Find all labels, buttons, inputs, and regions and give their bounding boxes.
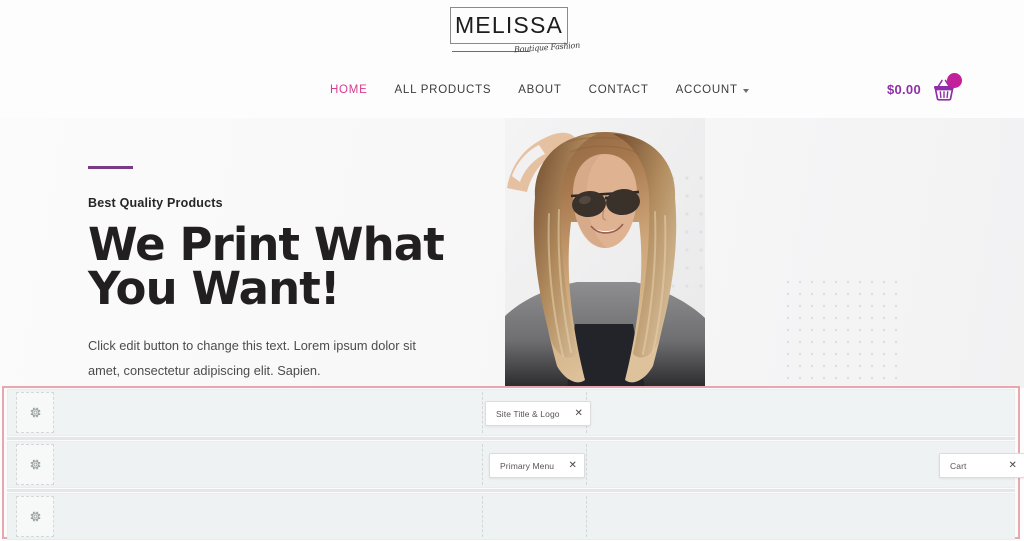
hero-section: Best Quality Products We Print What You … — [0, 118, 1024, 388]
header-row-3[interactable] — [7, 493, 1015, 540]
header-row-2[interactable]: Primary Menu ✕ Cart ✕ — [7, 441, 1024, 488]
nav-item-about-label: ABOUT — [518, 83, 562, 96]
hero-paragraph: Click edit button to change this text. L… — [88, 338, 416, 379]
gear-icon — [30, 511, 40, 522]
nav-item-home[interactable]: HOME — [330, 84, 368, 96]
gear-icon — [30, 459, 40, 470]
widget-chip-primary-menu-label: Primary Menu — [500, 460, 555, 471]
cart-widget[interactable]: $0.00 — [886, 61, 962, 118]
logo-bar: MELISSA Boutique Fashion — [0, 0, 1024, 62]
hero-accent-line — [88, 166, 133, 169]
header-row-1[interactable]: Site Title & Logo ✕ — [7, 389, 1015, 436]
row-gap-2 — [7, 489, 1015, 492]
nav-item-account-label: ACCOUNT — [675, 83, 738, 96]
chevron-down-icon — [742, 88, 749, 93]
nav-item-all-products-label: ALL PRODUCTS — [394, 83, 492, 96]
header-row-2-settings-button[interactable] — [16, 444, 54, 485]
hero-title: We Print What You Want! — [88, 218, 445, 315]
hero-copy: Best Quality Products We Print What You … — [88, 166, 488, 384]
widget-chip-cart[interactable]: Cart ✕ — [939, 453, 1024, 478]
nav-item-home-label: HOME — [330, 83, 368, 96]
close-icon[interactable]: ✕ — [575, 408, 583, 419]
gear-icon — [30, 407, 40, 418]
logo-wordmark: MELISSA — [454, 12, 564, 38]
header-row-1-column-divider-1 — [482, 392, 483, 433]
widget-chip-site-title-logo[interactable]: Site Title & Logo ✕ — [485, 401, 591, 426]
close-icon[interactable]: ✕ — [569, 460, 577, 471]
header-row-2-column-divider-1 — [482, 444, 483, 485]
header-row-1-settings-button[interactable] — [16, 392, 54, 433]
cart-total-price: $0.00 — [886, 82, 921, 97]
nav-item-all-products[interactable]: ALL PRODUCTS — [395, 84, 492, 96]
primary-menu: HOME ALL PRODUCTS ABOUT CONTACT ACCOUNT — [330, 61, 749, 118]
nav-item-about[interactable]: ABOUT — [518, 84, 561, 96]
header-row-3-column-divider-1 — [482, 496, 483, 537]
header-row-3-settings-button[interactable] — [16, 496, 54, 537]
close-icon[interactable]: ✕ — [1009, 460, 1017, 471]
site-logo[interactable]: MELISSA Boutique Fashion — [450, 7, 580, 55]
hero-eyebrow: Best Quality Products — [88, 196, 223, 210]
widget-chip-site-title-logo-label: Site Title & Logo — [496, 408, 560, 419]
widget-chip-primary-menu[interactable]: Primary Menu ✕ — [489, 453, 585, 478]
page-root: MELISSA Boutique Fashion HOME ALL PRODUC… — [0, 0, 1024, 541]
row-gap-1 — [7, 437, 1015, 440]
header-builder-overlay: Site Title & Logo ✕ Primary Menu ✕ Cart — [2, 386, 1024, 540]
primary-navigation-bar: HOME ALL PRODUCTS ABOUT CONTACT ACCOUNT … — [0, 61, 1024, 118]
header-row-3-column-divider-2 — [586, 496, 587, 537]
widget-chip-cart-label: Cart — [950, 460, 967, 471]
nav-item-contact[interactable]: CONTACT — [589, 84, 649, 96]
header-row-2-column-divider-2 — [586, 444, 587, 485]
nav-item-contact-label: CONTACT — [588, 83, 649, 96]
nav-item-account[interactable]: ACCOUNT — [676, 84, 749, 96]
cart-icon-wrapper[interactable] — [931, 72, 962, 103]
cart-count-badge — [947, 72, 962, 88]
dot-grid-decoration — [782, 276, 902, 388]
hero-image — [505, 118, 705, 388]
